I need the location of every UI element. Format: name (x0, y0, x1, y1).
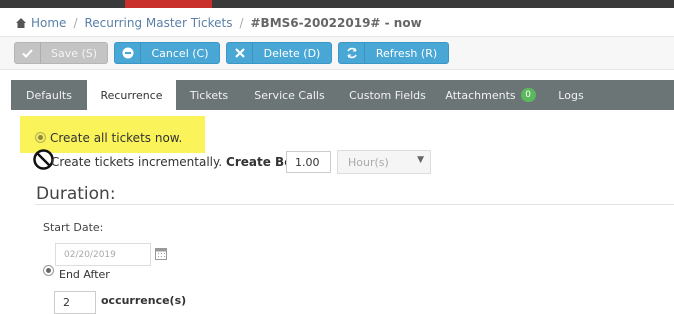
save-button[interactable]: Save (S) (14, 42, 108, 64)
minus-circle-icon (115, 43, 141, 63)
top-bar-accent (125, 0, 212, 8)
tab-label: Defaults (26, 88, 72, 102)
refresh-button[interactable]: Refresh (R) (338, 42, 449, 64)
tab-label: Attachments (445, 88, 516, 102)
breadcrumb-separator: / (73, 16, 78, 30)
cancel-button[interactable]: Cancel (C) (114, 42, 220, 64)
delete-button[interactable]: Delete (D) (226, 42, 332, 64)
tab-defaults[interactable]: Defaults (11, 80, 87, 110)
duration-divider (35, 204, 674, 205)
toolbar: Save (S) Cancel (C) Delete (D) Refresh (… (0, 36, 674, 70)
radio-dot (38, 135, 43, 140)
recurring-ticket-page: Home / Recurring Master Tickets / #BMS6-… (0, 0, 674, 314)
radio-dot (46, 268, 51, 273)
duration-heading: Duration: (36, 184, 116, 204)
refresh-button-label: Refresh (R) (375, 46, 438, 60)
tab-recurrence[interactable]: Recurrence (87, 80, 176, 110)
top-bar (0, 0, 674, 8)
attachments-count-badge: 0 (520, 88, 536, 102)
close-icon (227, 43, 253, 63)
create-before-input[interactable]: 1.00 (286, 151, 331, 173)
breadcrumb-current: #BMS6-20022019# - now (250, 16, 422, 30)
tab-label: Logs (558, 88, 584, 102)
cancel-button-label: Cancel (C) (151, 46, 209, 60)
tab-label: Recurrence (100, 88, 163, 102)
calendar-icon[interactable] (155, 247, 167, 260)
create-incrementally-text: Create tickets incrementally. Create Bef… (51, 155, 325, 169)
start-date-input[interactable]: 02/20/2019 (55, 243, 151, 266)
end-after-radio[interactable] (43, 265, 54, 276)
save-button-label: Save (S) (50, 46, 98, 60)
home-icon (16, 18, 26, 28)
delete-button-label: Delete (D) (263, 46, 321, 60)
caret-down-icon: ▼ (417, 155, 424, 165)
breadcrumb-section-link[interactable]: Recurring Master Tickets (84, 16, 232, 30)
tab-logs[interactable]: Logs (543, 80, 599, 110)
breadcrumb-home-link[interactable]: Home (31, 16, 66, 30)
occurrences-label: occurrence(s) (101, 294, 187, 307)
occurrences-input[interactable]: 2 (54, 291, 96, 314)
tab-attachments[interactable]: Attachments 0 (438, 80, 543, 110)
refresh-icon (339, 43, 365, 63)
create-before-unit-select[interactable]: Hour(s) ▼ (337, 150, 431, 174)
unit-select-value: Hour(s) (348, 155, 389, 169)
tab-label: Custom Fields (349, 88, 426, 102)
tab-label: Tickets (189, 88, 229, 102)
check-icon (15, 43, 41, 63)
tab-tickets[interactable]: Tickets (176, 80, 242, 110)
tab-label: Service Calls (254, 88, 325, 102)
create-all-radio[interactable] (35, 132, 46, 143)
tab-bar: Defaults Recurrence Tickets Service Call… (11, 80, 674, 110)
start-date-label: Start Date: (43, 221, 104, 234)
tab-custom-fields[interactable]: Custom Fields (337, 80, 438, 110)
breadcrumb: Home / Recurring Master Tickets / #BMS6-… (15, 15, 422, 31)
end-after-label: End After (59, 268, 110, 281)
create-incrementally-label: Create tickets incrementally. (51, 155, 223, 169)
breadcrumb-separator: / (239, 16, 244, 30)
tab-service-calls[interactable]: Service Calls (242, 80, 337, 110)
create-all-label: Create all tickets now. (50, 131, 183, 145)
